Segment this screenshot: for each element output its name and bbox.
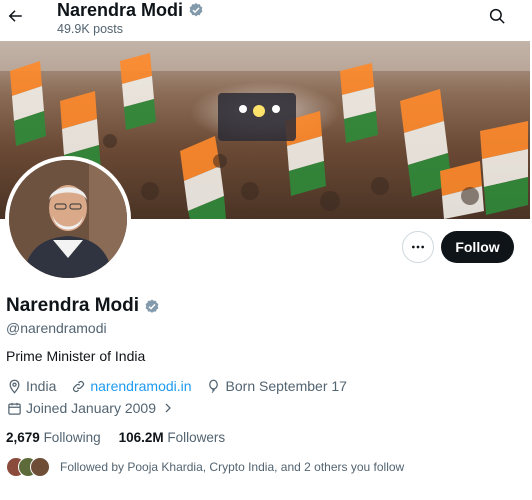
following-count: 2,679 (6, 430, 40, 445)
location-text: India (26, 378, 57, 394)
header-title: Narendra Modi (57, 0, 184, 20)
header-title-row: Narendra Modi (57, 0, 204, 21)
avatar-photo (9, 160, 127, 278)
back-arrow-icon (8, 10, 22, 22)
back-button[interactable] (4, 4, 26, 28)
website-link[interactable]: narendramodi.in (90, 378, 191, 394)
profile-name-row: Narendra Modi (6, 295, 160, 317)
birthday-item: Born September 17 (206, 378, 347, 394)
avatar (30, 457, 50, 477)
follow-stats: 2,679 Following 106.2M Followers (6, 430, 225, 445)
more-options-button[interactable] (402, 231, 434, 263)
verified-icon[interactable] (144, 298, 160, 314)
joined-row[interactable]: Joined January 2009 (6, 400, 186, 416)
profile-meta-row: India narendramodi.in Born September 17 (6, 378, 357, 394)
birthday-text: Born September 17 (225, 378, 347, 394)
profile-avatar[interactable] (5, 156, 131, 282)
followed-by-row[interactable]: Followed by Pooja Khardia, Crypto India,… (6, 457, 404, 477)
search-button[interactable] (486, 5, 508, 27)
joined-item[interactable]: Joined January 2009 (6, 400, 176, 416)
more-icon (412, 245, 424, 249)
followers-label: Followers (167, 430, 226, 445)
location-item: India (6, 378, 56, 394)
website-item[interactable]: narendramodi.in (70, 378, 192, 394)
followers-you-know-avatars (6, 457, 52, 477)
search-icon (489, 8, 505, 24)
profile-bio: Prime Minister of India (6, 348, 146, 364)
following-stat[interactable]: 2,679 Following (6, 430, 101, 445)
chevron-right-icon (160, 400, 176, 416)
posts-count: 49.9K posts (57, 22, 124, 36)
verified-icon (188, 2, 204, 18)
followers-count: 106.2M (118, 430, 164, 445)
link-icon (70, 378, 86, 394)
follow-button[interactable]: Follow (441, 231, 514, 263)
balloon-icon (206, 378, 222, 394)
followed-by-text: Followed by Pooja Khardia, Crypto India,… (60, 460, 405, 474)
location-icon (6, 378, 22, 394)
joined-text: Joined January 2009 (26, 400, 156, 416)
profile-name: Narendra Modi (6, 295, 140, 316)
calendar-icon (6, 400, 22, 416)
top-bar: Narendra Modi 49.9K posts (0, 0, 532, 41)
profile-handle: @narendramodi (6, 320, 107, 336)
following-label: Following (43, 430, 101, 445)
followers-stat[interactable]: 106.2M Followers (119, 430, 226, 445)
